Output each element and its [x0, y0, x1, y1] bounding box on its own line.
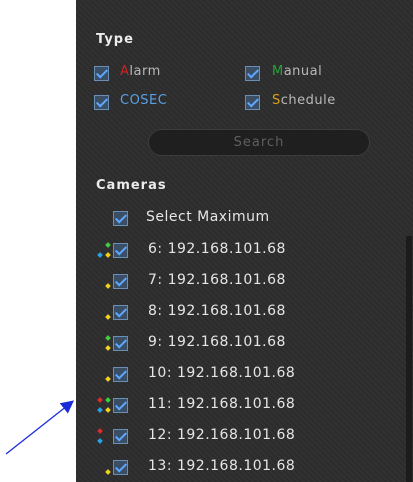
- annotation-arrow: [5, 400, 75, 455]
